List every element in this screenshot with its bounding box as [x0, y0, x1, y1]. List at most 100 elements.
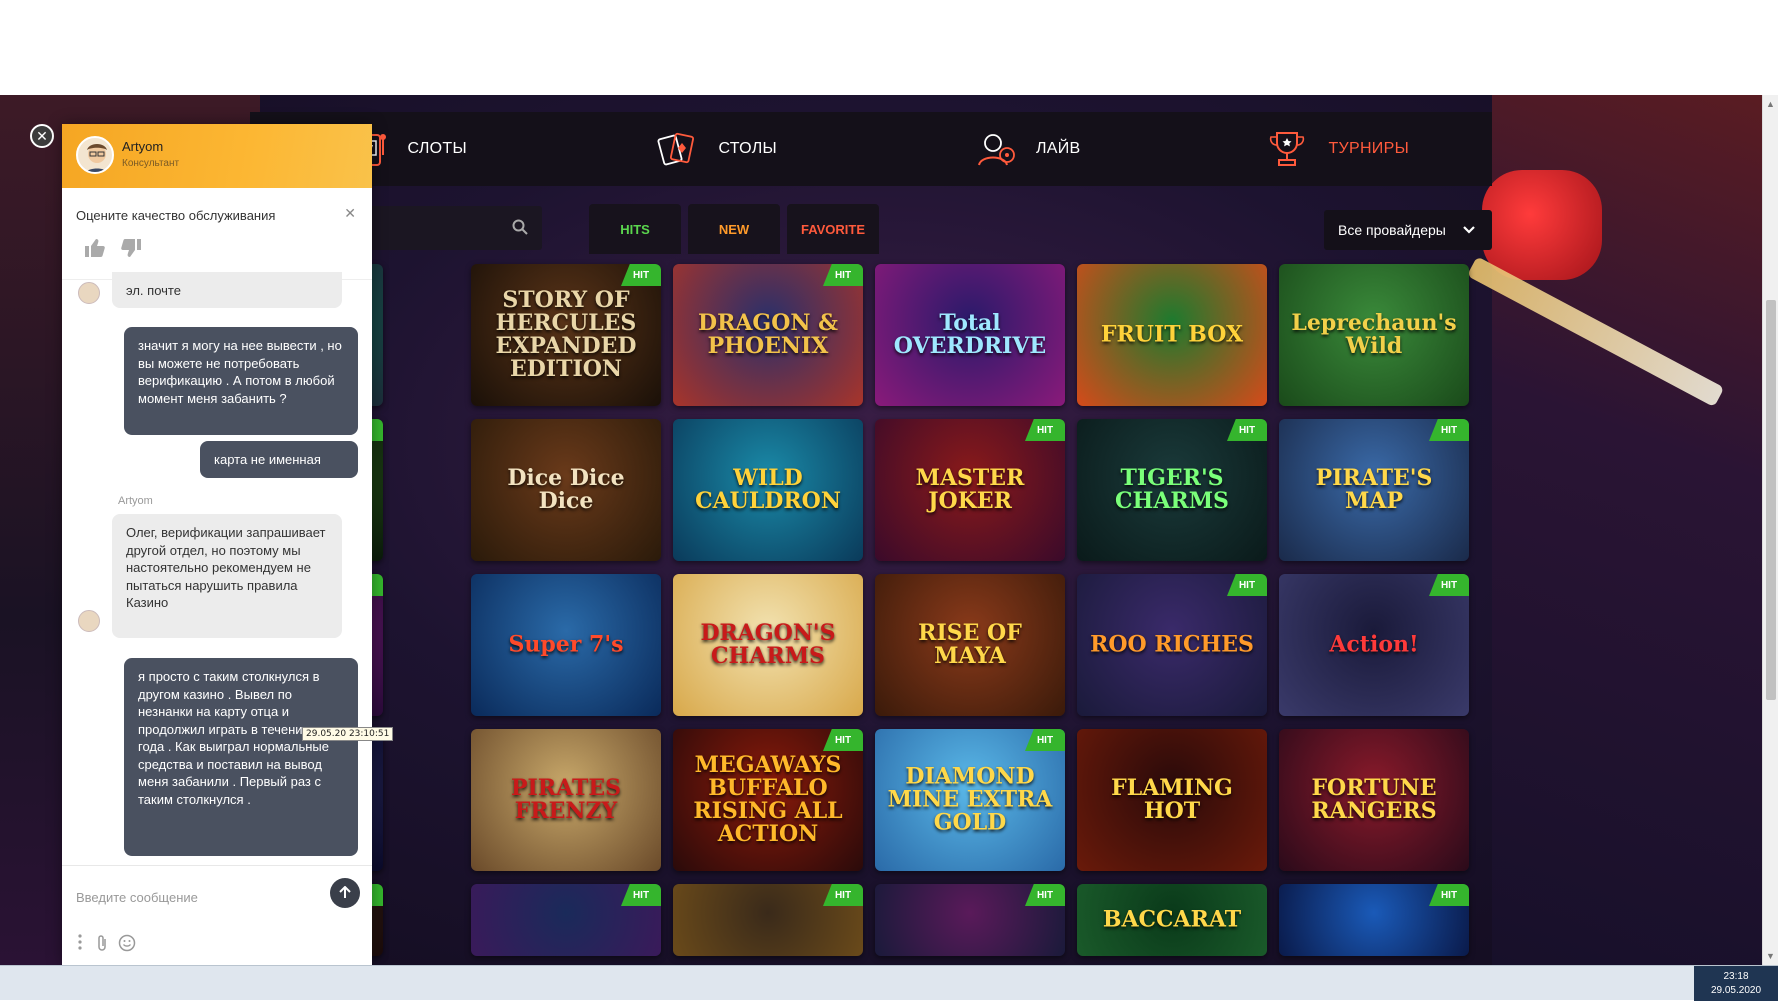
send-button[interactable]: [330, 878, 360, 908]
game-title: Action!: [1329, 631, 1419, 658]
hit-badge: HIT: [1227, 419, 1267, 441]
game-tile[interactable]: DRAGON'S CHARMS: [673, 574, 863, 716]
game-tile[interactable]: MEGAWAYS BUFFALO RISING ALL ACTION HIT: [673, 729, 863, 871]
arrow-up-icon: [339, 886, 351, 898]
nav-live[interactable]: ЛАЙВ: [871, 112, 1182, 186]
game-tile[interactable]: HIT: [471, 884, 661, 956]
game-title: PIRATES FRENZY: [510, 774, 621, 824]
close-rating-icon[interactable]: ✕: [344, 205, 356, 222]
game-tile[interactable]: WILD CAULDRON: [673, 419, 863, 561]
agent-message: эл. почте: [112, 272, 342, 308]
game-tile[interactable]: Action! HIT: [1279, 574, 1469, 716]
background-glove: [1482, 170, 1602, 280]
nav-live-label: ЛАЙВ: [1035, 140, 1081, 157]
game-title: BACCARAT: [1102, 906, 1242, 933]
search-icon[interactable]: [512, 219, 528, 240]
hit-badge: HIT: [621, 884, 661, 906]
more-options-icon[interactable]: [78, 934, 82, 955]
game-tile[interactable]: HIT: [673, 884, 863, 956]
game-title: PIRATE'S MAP: [1315, 464, 1433, 514]
game-title: Dice Dice Dice: [507, 464, 625, 514]
agent-avatar: [76, 136, 114, 174]
agent-message: Олег, верификации запрашивает другой отд…: [112, 514, 342, 638]
game-title: DIAMOND MINE EXTRA GOLD: [887, 763, 1053, 836]
scroll-up-icon[interactable]: ▲: [1766, 99, 1775, 109]
taskbar-clock[interactable]: 23:18 29.05.2020: [1694, 966, 1778, 1001]
main-nav: 777 СЛОТЫ СТОЛЫ ЛАЙВ ТУРНИРЫ: [250, 112, 1492, 186]
game-tile[interactable]: Leprechaun's Wild: [1279, 264, 1469, 406]
game-tile[interactable]: Super 7's: [471, 574, 661, 716]
providers-dropdown[interactable]: Все провайдеры: [1324, 210, 1492, 250]
hit-badge: HIT: [1429, 884, 1469, 906]
user-message: карта не именная: [200, 441, 358, 478]
game-tile[interactable]: ROO RICHES HIT: [1077, 574, 1267, 716]
chevron-down-icon: [1462, 222, 1476, 238]
scroll-down-icon[interactable]: ▼: [1766, 951, 1775, 961]
game-tile[interactable]: HIT: [875, 884, 1065, 956]
page-scrollbar[interactable]: ▲ ▼: [1762, 95, 1778, 965]
game-tile[interactable]: FRUIT BOX: [1077, 264, 1267, 406]
game-tile[interactable]: HIT: [1279, 884, 1469, 956]
game-tile[interactable]: PIRATES FRENZY: [471, 729, 661, 871]
game-tile[interactable]: FORTUNE RANGERS: [1279, 729, 1469, 871]
clock-date: 29.05.2020: [1710, 985, 1762, 996]
user-message: я просто с таким столкнулся в другом каз…: [124, 658, 358, 856]
agent-role: Консультант: [122, 158, 180, 169]
nav-tournaments-label: ТУРНИРЫ: [1328, 140, 1410, 157]
game-title: WILD CAULDRON: [695, 464, 841, 514]
message-input[interactable]: Введите сообщение: [76, 890, 198, 905]
support-chat: Artyom Консультант Оцените качество обсл…: [62, 124, 372, 965]
game-title: DRAGON'S CHARMS: [700, 619, 836, 669]
filter-bar: HITS NEW FAVORITE Все провайдеры: [250, 204, 1492, 256]
agent-name: Artyom: [122, 139, 164, 154]
nav-tournaments[interactable]: ТУРНИРЫ: [1182, 112, 1493, 186]
hit-badge: HIT: [823, 884, 863, 906]
close-chat-button[interactable]: ✕: [30, 124, 54, 148]
chat-header: Artyom Консультант: [62, 124, 372, 188]
game-tile[interactable]: RISE OF MAYA: [875, 574, 1065, 716]
game-title: Leprechaun's Wild: [1291, 309, 1457, 359]
hit-badge: HIT: [1429, 574, 1469, 596]
tab-favorite[interactable]: FAVORITE: [787, 204, 879, 254]
game-tile[interactable]: DIAMOND MINE EXTRA GOLD HIT: [875, 729, 1065, 871]
thumbs-down-icon[interactable]: [120, 238, 142, 263]
game-tile[interactable]: Dice Dice Dice: [471, 419, 661, 561]
rating-question: Оцените качество обслуживания: [76, 208, 276, 223]
agent-message-avatar: [78, 282, 100, 304]
game-title: Super 7's: [508, 631, 624, 658]
game-tile[interactable]: DRAGON & PHOENIX HIT: [673, 264, 863, 406]
emoji-icon[interactable]: [118, 934, 136, 957]
game-tile[interactable]: STORY OF HERCULES EXPANDED EDITION HIT: [471, 264, 661, 406]
tab-hits[interactable]: HITS: [589, 204, 681, 254]
cards-icon: [654, 127, 700, 171]
os-taskbar: 23:18 29.05.2020: [0, 965, 1778, 1001]
game-tile[interactable]: FLAMING HOT: [1077, 729, 1267, 871]
game-title: FRUIT BOX: [1100, 321, 1244, 348]
game-tile[interactable]: MASTER JOKER HIT: [875, 419, 1065, 561]
user-message: значит я могу на нее вывести , но вы мож…: [124, 327, 358, 435]
tab-new[interactable]: NEW: [688, 204, 780, 254]
game-title: Total OVERDRIVE: [893, 309, 1047, 359]
nav-slots-label: СЛОТЫ: [407, 140, 467, 157]
game-title: STORY OF HERCULES EXPANDED EDITION: [495, 286, 637, 383]
game-title: MASTER JOKER: [915, 464, 1025, 514]
browser-blank-area: [0, 0, 1778, 95]
game-title: ROO RICHES: [1090, 631, 1254, 658]
game-title: FLAMING HOT: [1111, 774, 1233, 824]
game-title: TIGER'S CHARMS: [1115, 464, 1229, 514]
hit-badge: HIT: [1025, 884, 1065, 906]
game-tile[interactable]: BACCARAT: [1077, 884, 1267, 956]
hit-badge: HIT: [823, 729, 863, 751]
game-tile[interactable]: PIRATE'S MAP HIT: [1279, 419, 1469, 561]
game-tile[interactable]: Total OVERDRIVE: [875, 264, 1065, 406]
scrollbar-thumb[interactable]: [1766, 300, 1776, 700]
game-tile[interactable]: TIGER'S CHARMS HIT: [1077, 419, 1267, 561]
game-title: FORTUNE RANGERS: [1311, 774, 1437, 824]
clock-time: 23:18: [1723, 971, 1749, 982]
game-title: RISE OF MAYA: [918, 619, 1022, 669]
timestamp-tooltip: 29.05.20 23:10:51: [302, 727, 394, 741]
thumbs-up-icon[interactable]: [84, 238, 106, 263]
game-title: DRAGON & PHOENIX: [697, 309, 838, 359]
nav-tables[interactable]: СТОЛЫ: [561, 112, 872, 186]
attachment-icon[interactable]: [96, 934, 108, 957]
